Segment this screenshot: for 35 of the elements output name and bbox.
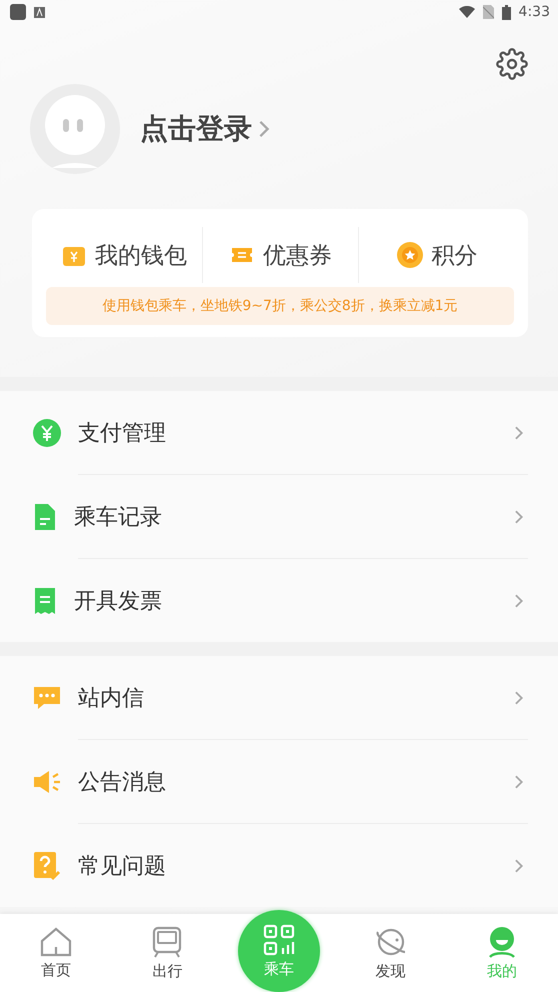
home-icon	[38, 926, 73, 956]
chevron-icon	[514, 858, 524, 874]
wallet-shortcut[interactable]: 积分	[358, 227, 514, 283]
tab[interactable]: 发现	[334, 914, 446, 992]
chevron-icon	[514, 508, 524, 524]
chevron-icon	[514, 774, 524, 790]
wallet-shortcut[interactable]: 优惠券	[202, 227, 358, 283]
menu-item[interactable]: 支付管理	[0, 391, 558, 474]
chevron-icon	[514, 424, 524, 440]
chevron-icon	[514, 690, 524, 706]
chevron-icon	[258, 119, 270, 139]
chevron-icon	[514, 592, 524, 608]
qr-code-icon	[262, 924, 295, 956]
question-icon	[32, 850, 62, 882]
tab[interactable]: 首页	[0, 914, 112, 992]
receipt-icon	[32, 586, 58, 616]
battery-icon	[502, 4, 511, 20]
login-link[interactable]: 点击登录	[140, 110, 270, 148]
settings-button[interactable]	[496, 48, 528, 83]
tab[interactable]: 出行	[112, 914, 224, 992]
wallet-shortcut[interactable]: 我的钱包	[46, 227, 202, 283]
yen-icon	[32, 418, 62, 448]
keyboard-icon	[34, 6, 45, 18]
menu-item[interactable]: 常见问题	[0, 824, 558, 907]
app-icon	[10, 4, 26, 20]
document-icon	[32, 502, 58, 532]
no-sim-icon	[482, 5, 494, 19]
menu-item[interactable]: 站内信	[0, 656, 558, 739]
status-time: 4:33	[518, 4, 550, 20]
star-coin-icon	[396, 241, 424, 269]
wifi-icon	[458, 6, 475, 18]
menu-item[interactable]: 开具发票	[0, 559, 558, 642]
menu-item[interactable]: 公告消息	[0, 740, 558, 823]
promo-banner: 使用钱包乘车，坐地铁9~7折，乘公交8折，换乘立减1元	[46, 287, 514, 325]
menu-item[interactable]: 乘车记录	[0, 475, 558, 558]
